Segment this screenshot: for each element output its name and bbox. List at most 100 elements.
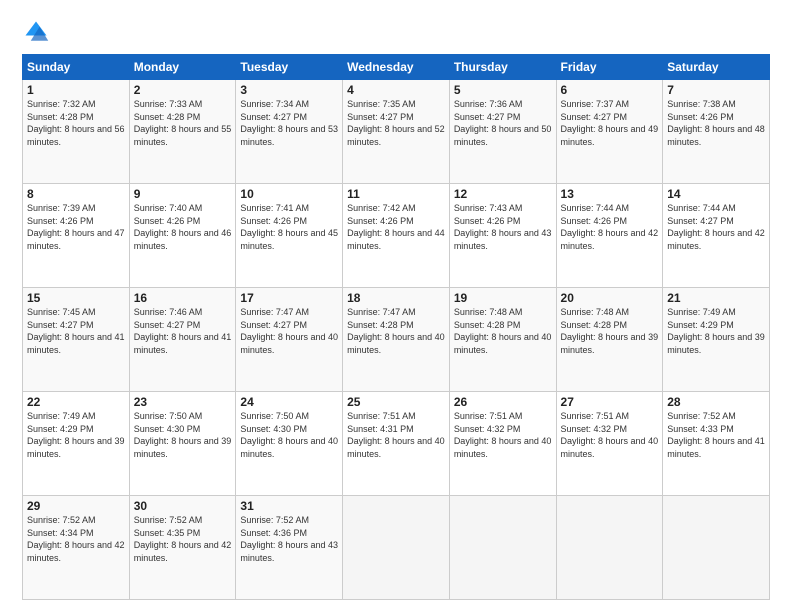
calendar-cell: 1 Sunrise: 7:32 AM Sunset: 4:28 PM Dayli… [23,80,130,184]
calendar-cell [663,496,770,600]
calendar-cell [556,496,663,600]
calendar-week-row: 15 Sunrise: 7:45 AM Sunset: 4:27 PM Dayl… [23,288,770,392]
day-info: Sunrise: 7:49 AM Sunset: 4:29 PM Dayligh… [27,410,125,460]
calendar-cell: 15 Sunrise: 7:45 AM Sunset: 4:27 PM Dayl… [23,288,130,392]
daylight-label: Daylight: 8 hours and 44 minutes. [347,228,445,251]
day-number: 26 [454,395,552,409]
sunrise-label: Sunrise: 7:50 AM [134,411,203,421]
calendar-cell: 27 Sunrise: 7:51 AM Sunset: 4:32 PM Dayl… [556,392,663,496]
day-info: Sunrise: 7:39 AM Sunset: 4:26 PM Dayligh… [27,202,125,252]
sunrise-label: Sunrise: 7:44 AM [561,203,630,213]
page: SundayMondayTuesdayWednesdayThursdayFrid… [0,0,792,612]
day-info: Sunrise: 7:42 AM Sunset: 4:26 PM Dayligh… [347,202,445,252]
calendar-week-row: 29 Sunrise: 7:52 AM Sunset: 4:34 PM Dayl… [23,496,770,600]
sunset-label: Sunset: 4:27 PM [134,320,201,330]
sunset-label: Sunset: 4:30 PM [134,424,201,434]
daylight-label: Daylight: 8 hours and 50 minutes. [454,124,552,147]
daylight-label: Daylight: 8 hours and 42 minutes. [27,540,125,563]
calendar-cell: 21 Sunrise: 7:49 AM Sunset: 4:29 PM Dayl… [663,288,770,392]
sunrise-label: Sunrise: 7:34 AM [240,99,309,109]
day-number: 30 [134,499,232,513]
sunset-label: Sunset: 4:27 PM [454,112,521,122]
day-info: Sunrise: 7:43 AM Sunset: 4:26 PM Dayligh… [454,202,552,252]
calendar-cell: 17 Sunrise: 7:47 AM Sunset: 4:27 PM Dayl… [236,288,343,392]
day-number: 2 [134,83,232,97]
sunset-label: Sunset: 4:27 PM [240,112,307,122]
day-number: 14 [667,187,765,201]
day-info: Sunrise: 7:50 AM Sunset: 4:30 PM Dayligh… [134,410,232,460]
sunrise-label: Sunrise: 7:45 AM [27,307,96,317]
daylight-label: Daylight: 8 hours and 47 minutes. [27,228,125,251]
daylight-label: Daylight: 8 hours and 41 minutes. [667,436,765,459]
day-number: 18 [347,291,445,305]
daylight-label: Daylight: 8 hours and 39 minutes. [134,436,232,459]
sunrise-label: Sunrise: 7:51 AM [454,411,523,421]
day-info: Sunrise: 7:49 AM Sunset: 4:29 PM Dayligh… [667,306,765,356]
sunset-label: Sunset: 4:28 PM [347,320,414,330]
calendar-cell: 11 Sunrise: 7:42 AM Sunset: 4:26 PM Dayl… [343,184,450,288]
day-info: Sunrise: 7:51 AM Sunset: 4:32 PM Dayligh… [454,410,552,460]
calendar-cell: 20 Sunrise: 7:48 AM Sunset: 4:28 PM Dayl… [556,288,663,392]
day-info: Sunrise: 7:51 AM Sunset: 4:32 PM Dayligh… [561,410,659,460]
day-info: Sunrise: 7:50 AM Sunset: 4:30 PM Dayligh… [240,410,338,460]
day-info: Sunrise: 7:52 AM Sunset: 4:33 PM Dayligh… [667,410,765,460]
sunrise-label: Sunrise: 7:47 AM [347,307,416,317]
sunrise-label: Sunrise: 7:48 AM [454,307,523,317]
day-number: 12 [454,187,552,201]
daylight-label: Daylight: 8 hours and 43 minutes. [454,228,552,251]
sunset-label: Sunset: 4:26 PM [561,216,628,226]
calendar-cell: 30 Sunrise: 7:52 AM Sunset: 4:35 PM Dayl… [129,496,236,600]
day-number: 1 [27,83,125,97]
daylight-label: Daylight: 8 hours and 52 minutes. [347,124,445,147]
sunrise-label: Sunrise: 7:48 AM [561,307,630,317]
day-info: Sunrise: 7:47 AM Sunset: 4:27 PM Dayligh… [240,306,338,356]
calendar-cell: 28 Sunrise: 7:52 AM Sunset: 4:33 PM Dayl… [663,392,770,496]
daylight-label: Daylight: 8 hours and 39 minutes. [561,332,659,355]
calendar-cell: 4 Sunrise: 7:35 AM Sunset: 4:27 PM Dayli… [343,80,450,184]
sunrise-label: Sunrise: 7:52 AM [27,515,96,525]
sunrise-label: Sunrise: 7:47 AM [240,307,309,317]
calendar-cell: 18 Sunrise: 7:47 AM Sunset: 4:28 PM Dayl… [343,288,450,392]
daylight-label: Daylight: 8 hours and 41 minutes. [134,332,232,355]
daylight-label: Daylight: 8 hours and 53 minutes. [240,124,338,147]
sunset-label: Sunset: 4:35 PM [134,528,201,538]
day-header-saturday: Saturday [663,55,770,80]
sunrise-label: Sunrise: 7:42 AM [347,203,416,213]
day-info: Sunrise: 7:46 AM Sunset: 4:27 PM Dayligh… [134,306,232,356]
daylight-label: Daylight: 8 hours and 41 minutes. [27,332,125,355]
day-info: Sunrise: 7:41 AM Sunset: 4:26 PM Dayligh… [240,202,338,252]
sunrise-label: Sunrise: 7:36 AM [454,99,523,109]
day-number: 28 [667,395,765,409]
daylight-label: Daylight: 8 hours and 40 minutes. [240,436,338,459]
day-info: Sunrise: 7:40 AM Sunset: 4:26 PM Dayligh… [134,202,232,252]
daylight-label: Daylight: 8 hours and 55 minutes. [134,124,232,147]
sunrise-label: Sunrise: 7:44 AM [667,203,736,213]
day-number: 7 [667,83,765,97]
day-info: Sunrise: 7:37 AM Sunset: 4:27 PM Dayligh… [561,98,659,148]
day-header-friday: Friday [556,55,663,80]
calendar-cell [449,496,556,600]
calendar-cell: 2 Sunrise: 7:33 AM Sunset: 4:28 PM Dayli… [129,80,236,184]
sunset-label: Sunset: 4:31 PM [347,424,414,434]
sunrise-label: Sunrise: 7:38 AM [667,99,736,109]
daylight-label: Daylight: 8 hours and 43 minutes. [240,540,338,563]
sunrise-label: Sunrise: 7:46 AM [134,307,203,317]
daylight-label: Daylight: 8 hours and 56 minutes. [27,124,125,147]
daylight-label: Daylight: 8 hours and 40 minutes. [240,332,338,355]
day-number: 21 [667,291,765,305]
calendar-cell: 7 Sunrise: 7:38 AM Sunset: 4:26 PM Dayli… [663,80,770,184]
sunset-label: Sunset: 4:32 PM [454,424,521,434]
sunrise-label: Sunrise: 7:49 AM [27,411,96,421]
daylight-label: Daylight: 8 hours and 40 minutes. [561,436,659,459]
day-info: Sunrise: 7:33 AM Sunset: 4:28 PM Dayligh… [134,98,232,148]
sunset-label: Sunset: 4:27 PM [27,320,94,330]
day-number: 4 [347,83,445,97]
sunset-label: Sunset: 4:27 PM [240,320,307,330]
day-info: Sunrise: 7:36 AM Sunset: 4:27 PM Dayligh… [454,98,552,148]
sunset-label: Sunset: 4:28 PM [27,112,94,122]
sunset-label: Sunset: 4:29 PM [667,320,734,330]
daylight-label: Daylight: 8 hours and 39 minutes. [27,436,125,459]
sunset-label: Sunset: 4:28 PM [134,112,201,122]
sunrise-label: Sunrise: 7:52 AM [667,411,736,421]
sunrise-label: Sunrise: 7:51 AM [347,411,416,421]
